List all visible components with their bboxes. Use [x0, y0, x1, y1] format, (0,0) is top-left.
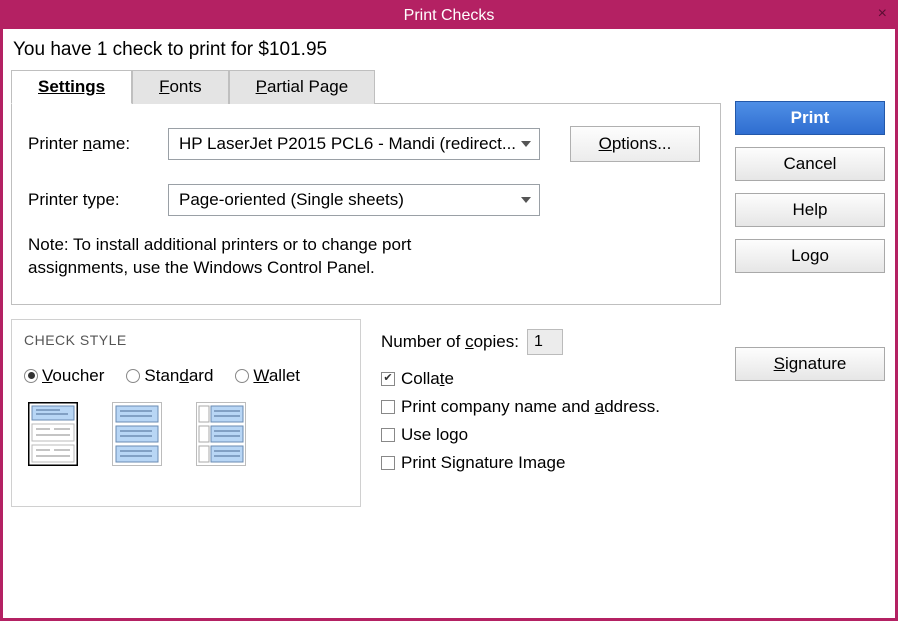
options-button[interactable]: Options... — [570, 126, 700, 162]
radio-icon — [126, 369, 140, 383]
check-style-group: CHECK STYLE Voucher Standard Wallet — [11, 319, 361, 507]
printer-note: Note: To install additional printers or … — [28, 234, 488, 280]
checkbox-icon — [381, 400, 395, 414]
print-checks-dialog: Print Checks × You have 1 check to print… — [0, 0, 898, 621]
window-title: Print Checks — [404, 7, 495, 25]
radio-standard-label: Standard — [144, 366, 213, 386]
use-logo-label: Use logo — [401, 425, 468, 445]
print-company-row[interactable]: Print company name and address. — [381, 397, 721, 417]
checkbox-icon — [381, 428, 395, 442]
help-button[interactable]: Help — [735, 193, 885, 227]
printer-name-select[interactable]: HP LaserJet P2015 PCL6 - Mandi (redirect… — [168, 128, 540, 160]
tab-settings-label: Settings — [38, 77, 105, 96]
radio-wallet[interactable]: Wallet — [235, 366, 300, 386]
summary-text: You have 1 check to print for $101.95 — [3, 29, 895, 69]
printer-name-row: Printer name: HP LaserJet P2015 PCL6 - M… — [28, 126, 706, 162]
print-sig-row[interactable]: Print Signature Image — [381, 453, 721, 473]
chevron-down-icon — [521, 141, 531, 147]
tab-partial-page[interactable]: Partial Page — [229, 70, 376, 104]
check-style-thumbnails — [24, 402, 348, 466]
copies-label: Number of copies: — [381, 332, 519, 352]
thumb-wallet[interactable] — [196, 402, 246, 466]
tab-settings[interactable]: Settings — [11, 70, 132, 104]
printer-type-select[interactable]: Page-oriented (Single sheets) — [168, 184, 540, 216]
printer-type-value: Page-oriented (Single sheets) — [179, 190, 404, 210]
collate-row[interactable]: Collate — [381, 369, 721, 389]
left-column: Settings Fonts Partial Page Printer name… — [11, 69, 721, 610]
printer-name-label: Printer name: — [28, 134, 158, 154]
signature-button[interactable]: Signature — [735, 347, 885, 381]
copies-input[interactable] — [527, 329, 563, 355]
print-button[interactable]: Print — [735, 101, 885, 135]
printer-type-label: Printer type: — [28, 190, 158, 210]
checkbox-icon — [381, 456, 395, 470]
right-buttons: Print Cancel Help Logo Signature — [721, 69, 887, 610]
tab-fonts[interactable]: Fonts — [132, 70, 229, 104]
print-company-label: Print company name and address. — [401, 397, 660, 417]
dialog-body: Settings Fonts Partial Page Printer name… — [3, 69, 895, 618]
printer-name-value: HP LaserJet P2015 PCL6 - Mandi (redirect… — [179, 134, 516, 154]
tab-partial-label: Partial Page — [256, 77, 349, 96]
radio-icon — [24, 369, 38, 383]
tab-fonts-label: Fonts — [159, 77, 202, 96]
radio-voucher[interactable]: Voucher — [24, 366, 104, 386]
radio-voucher-label: Voucher — [42, 366, 104, 386]
settings-panel: Printer name: HP LaserJet P2015 PCL6 - M… — [11, 103, 721, 305]
printer-type-row: Printer type: Page-oriented (Single shee… — [28, 184, 706, 216]
cancel-button[interactable]: Cancel — [735, 147, 885, 181]
check-style-radios: Voucher Standard Wallet — [24, 366, 348, 386]
radio-icon — [235, 369, 249, 383]
radio-wallet-label: Wallet — [253, 366, 300, 386]
checkbox-icon — [381, 372, 395, 386]
use-logo-row[interactable]: Use logo — [381, 425, 721, 445]
tabstrip: Settings Fonts Partial Page — [11, 69, 721, 103]
radio-standard[interactable]: Standard — [126, 366, 213, 386]
copies-row: Number of copies: — [381, 329, 721, 355]
thumb-voucher[interactable] — [28, 402, 78, 466]
thumb-standard[interactable] — [112, 402, 162, 466]
print-sig-label: Print Signature Image — [401, 453, 565, 473]
close-icon[interactable]: × — [878, 5, 887, 23]
copies-group: Number of copies: Collate Print company … — [381, 319, 721, 507]
check-style-title: CHECK STYLE — [24, 332, 348, 348]
logo-button[interactable]: Logo — [735, 239, 885, 273]
chevron-down-icon — [521, 197, 531, 203]
collate-label: Collate — [401, 369, 454, 389]
titlebar: Print Checks × — [3, 3, 895, 29]
spacer — [735, 285, 887, 347]
lower-row: CHECK STYLE Voucher Standard Wallet — [11, 319, 721, 507]
